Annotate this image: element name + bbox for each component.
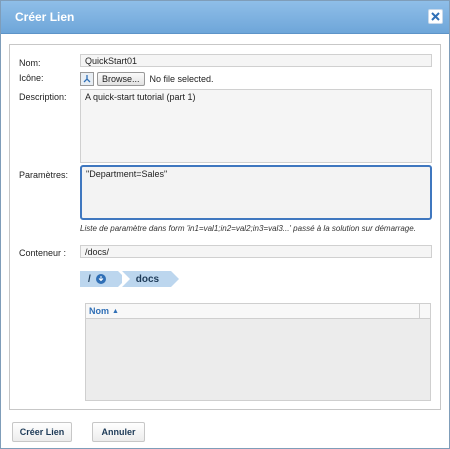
name-input[interactable]	[80, 54, 432, 67]
column-header-nom[interactable]: Nom ▲	[89, 306, 119, 316]
file-table: Nom ▲	[85, 303, 431, 401]
icon-file-picker: Browse... No file selected.	[80, 72, 214, 86]
column-header-label: Nom	[89, 306, 109, 316]
params-hint: Liste de paramètre dans form 'in1=val1;i…	[80, 224, 416, 233]
breadcrumb: / docs	[80, 271, 180, 287]
dialog-titlebar: Créer Lien	[1, 1, 449, 34]
close-icon	[431, 12, 440, 21]
dialog-title: Créer Lien	[15, 10, 75, 24]
table-header: Nom ▲	[86, 304, 430, 319]
breadcrumb-docs-label: docs	[135, 273, 160, 285]
breadcrumb-root-label: /	[88, 273, 91, 285]
params-textarea[interactable]: "Department=Sales"	[80, 165, 432, 220]
create-link-dialog: Créer Lien Nom: Icône: Browse... No file…	[0, 0, 450, 449]
no-file-text: No file selected.	[149, 74, 214, 84]
name-label: Nom:	[19, 58, 41, 68]
close-button[interactable]	[428, 9, 443, 24]
browse-button[interactable]: Browse...	[97, 72, 145, 86]
create-link-button[interactable]: Créer Lien	[12, 422, 72, 442]
breadcrumb-root[interactable]: /	[80, 271, 126, 287]
icon-label: Icône:	[19, 73, 44, 83]
container-input[interactable]	[80, 245, 432, 258]
download-icon[interactable]	[95, 274, 106, 284]
form-panel: Nom: Icône: Browse... No file selected. …	[9, 44, 441, 410]
breadcrumb-docs[interactable]: docs	[121, 271, 180, 287]
file-upload-icon	[80, 72, 94, 86]
description-textarea[interactable]: A quick-start tutorial (part 1)	[80, 89, 432, 163]
sort-ascending-icon: ▲	[112, 307, 119, 315]
cancel-button[interactable]: Annuler	[92, 422, 145, 442]
params-label: Paramètres:	[19, 170, 69, 180]
description-label: Description:	[19, 92, 67, 102]
container-label: Conteneur :	[19, 248, 67, 258]
column-divider	[419, 304, 420, 318]
